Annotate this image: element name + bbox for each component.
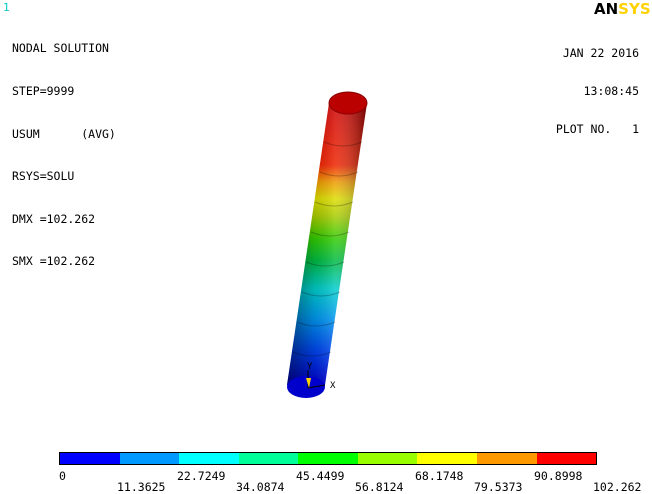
legend-swatch-2 xyxy=(119,453,180,464)
column-bottom-cap xyxy=(287,376,325,398)
legend-label-4: 45.4499 xyxy=(296,469,345,483)
legend-swatch-5 xyxy=(298,453,358,464)
model-plot: Y X xyxy=(287,91,368,398)
legend-label-8: 90.8998 xyxy=(534,469,583,483)
legend-swatch-9 xyxy=(536,453,597,464)
legend-swatch-4 xyxy=(238,453,299,464)
legend-label-9: 102.262 xyxy=(593,480,642,494)
contour-legend-bar xyxy=(59,452,597,465)
legend-swatch-8 xyxy=(476,453,537,464)
legend-label-3: 34.0874 xyxy=(236,480,285,494)
triad-x-label: X xyxy=(330,381,336,391)
legend-label-0: 0 xyxy=(59,469,66,483)
triad-y-label: Y xyxy=(307,362,313,372)
graphics-viewport[interactable]: 1 NODAL SOLUTION STEP=9999 USUM (AVG) RS… xyxy=(0,0,652,494)
legend-swatch-1 xyxy=(60,453,120,464)
legend-label-2: 22.7249 xyxy=(177,469,226,483)
legend-swatch-7 xyxy=(417,453,477,464)
legend-label-5: 56.8124 xyxy=(355,480,404,494)
column-body xyxy=(287,91,368,398)
legend-label-1: 11.3625 xyxy=(117,480,166,494)
legend-label-7: 79.5373 xyxy=(474,480,523,494)
legend-swatch-6 xyxy=(357,453,418,464)
legend-swatch-3 xyxy=(179,453,239,464)
legend-label-6: 68.1748 xyxy=(415,469,464,483)
column-top-cap xyxy=(328,91,368,115)
